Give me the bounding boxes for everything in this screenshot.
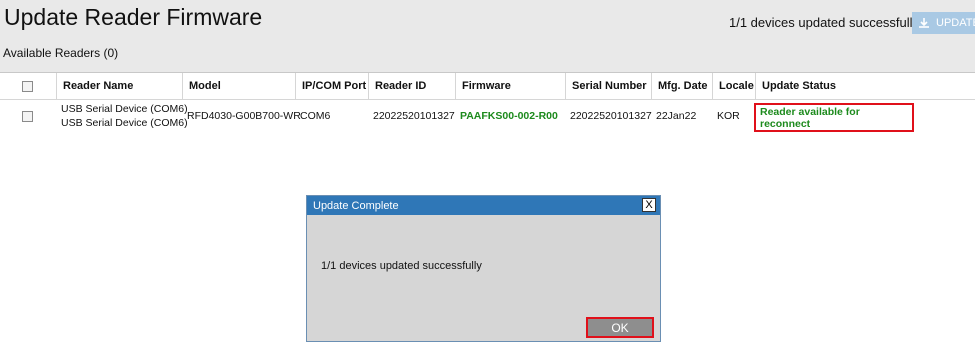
column-header-port[interactable]: IP/COM Port — [296, 73, 369, 100]
port-cell: COM6 — [300, 110, 331, 122]
page-title: Update Reader Firmware — [4, 4, 263, 30]
column-header-mfg-date[interactable]: Mfg. Date — [652, 73, 713, 100]
reader-name-line2: USB Serial Device (COM6) — [61, 117, 188, 129]
select-all-checkbox[interactable] — [22, 81, 33, 92]
ok-button[interactable]: OK — [586, 317, 654, 338]
dialog-message: 1/1 devices updated successfully — [321, 260, 482, 272]
column-header-model[interactable]: Model — [183, 73, 296, 100]
locale-cell: KOR — [717, 110, 740, 122]
column-header-firmware[interactable]: Firmware — [456, 73, 566, 100]
column-header-reader-id[interactable]: Reader ID — [369, 73, 456, 100]
model-cell: RFD4030-G00B700-WR — [187, 110, 301, 122]
update-status-text: 1/1 devices updated successfully — [729, 15, 920, 30]
close-icon[interactable]: X — [642, 198, 656, 212]
serial-number-cell: 22022520101327 — [570, 110, 652, 122]
column-header-locale[interactable]: Locale — [713, 73, 756, 100]
page-header: Update Reader Firmware 1/1 devices updat… — [0, 0, 975, 72]
reader-id-cell: 22022520101327 — [373, 110, 455, 122]
available-readers-label: Available Readers (0) — [3, 46, 119, 60]
mfg-date-cell: 22Jan22 — [656, 110, 697, 122]
column-header-reader-name[interactable]: Reader Name — [57, 73, 183, 100]
column-header-update-status[interactable]: Update Status — [756, 73, 975, 100]
update-status-cell: Reader available for reconnect — [754, 103, 914, 132]
select-all-header — [0, 73, 57, 100]
reader-name-line1: USB Serial Device (COM6) — [61, 103, 188, 115]
dialog-title-bar: Update Complete X — [307, 196, 660, 215]
download-icon — [918, 17, 930, 29]
dialog-title: Update Complete — [313, 199, 399, 212]
update-complete-dialog: Update Complete X 1/1 devices updated su… — [306, 195, 661, 342]
update-button[interactable]: UPDATE — [912, 12, 975, 34]
firmware-cell: PAAFKS00-002-R00 — [460, 110, 558, 122]
row-checkbox[interactable] — [22, 111, 33, 122]
column-header-serial-number[interactable]: Serial Number — [566, 73, 652, 100]
update-status-text: Reader available for reconnect — [760, 105, 860, 130]
update-button-label: UPDATE — [936, 17, 975, 29]
